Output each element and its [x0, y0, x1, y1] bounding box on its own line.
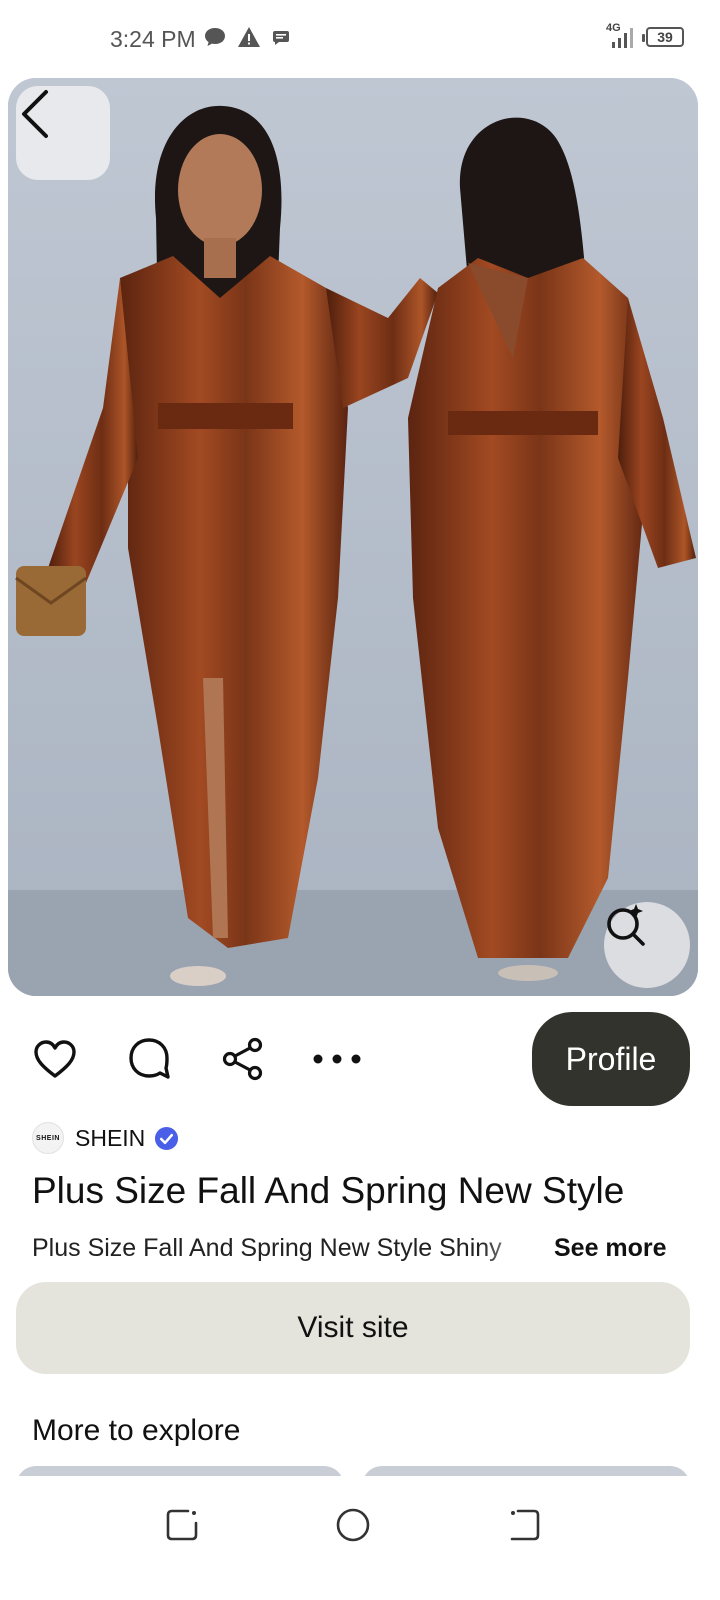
- visual-search-button[interactable]: [604, 902, 690, 988]
- heart-icon: [34, 1040, 76, 1078]
- battery-level: 39: [657, 29, 673, 45]
- chat-notification-icon: [205, 28, 225, 46]
- recents-icon: [166, 1509, 198, 1541]
- warning-notification-icon: [238, 27, 260, 47]
- battery-icon: 39: [642, 27, 684, 47]
- pin-description: Plus Size Fall And Spring New Style Shin…: [32, 1234, 502, 1262]
- home-button[interactable]: [333, 1505, 373, 1545]
- brand-logo[interactable]: SHEIN: [32, 1122, 64, 1154]
- comment-button[interactable]: [124, 1034, 174, 1084]
- status-bar: 3:24 PM 4G 39: [0, 0, 720, 78]
- share-icon: [222, 1037, 263, 1081]
- network-type: 4G: [606, 22, 621, 34]
- verified-badge-icon: [155, 1126, 179, 1150]
- recents-button[interactable]: [162, 1505, 202, 1545]
- more-options-button[interactable]: [312, 1034, 362, 1084]
- pin-image[interactable]: [8, 78, 698, 996]
- message-notification-icon: [273, 31, 289, 45]
- status-time: 3:24 PM: [110, 26, 196, 52]
- profile-button[interactable]: Profile: [532, 1012, 690, 1106]
- visual-search-icon: [607, 904, 645, 946]
- home-circle-icon: [336, 1508, 370, 1542]
- brand-row[interactable]: SHEIN SHEIN: [32, 1122, 179, 1154]
- back-icon: [510, 1509, 540, 1541]
- comment-bubble-icon: [129, 1038, 170, 1079]
- chevron-left-icon: [22, 90, 48, 138]
- description-row: Plus Size Fall And Spring New Style Shin…: [32, 1232, 692, 1268]
- share-button[interactable]: [218, 1034, 268, 1084]
- signal-icon: 4G: [606, 22, 640, 50]
- system-icons: 4G 39: [606, 22, 684, 50]
- notification-icons: [203, 26, 291, 48]
- like-button[interactable]: [30, 1034, 80, 1084]
- see-more-link[interactable]: See more: [554, 1234, 667, 1263]
- back-nav-button[interactable]: [504, 1505, 544, 1545]
- dress-illustration: [8, 78, 698, 996]
- system-nav-bar: [0, 1476, 720, 1600]
- brand-name[interactable]: SHEIN: [75, 1125, 145, 1152]
- visit-site-button[interactable]: Visit site: [16, 1282, 690, 1374]
- pin-title: Plus Size Fall And Spring New Style: [32, 1170, 625, 1211]
- more-to-explore-heading: More to explore: [32, 1414, 241, 1447]
- ellipsis-icon: [313, 1054, 361, 1064]
- action-row: Profile: [0, 1012, 720, 1106]
- back-button[interactable]: [16, 86, 110, 180]
